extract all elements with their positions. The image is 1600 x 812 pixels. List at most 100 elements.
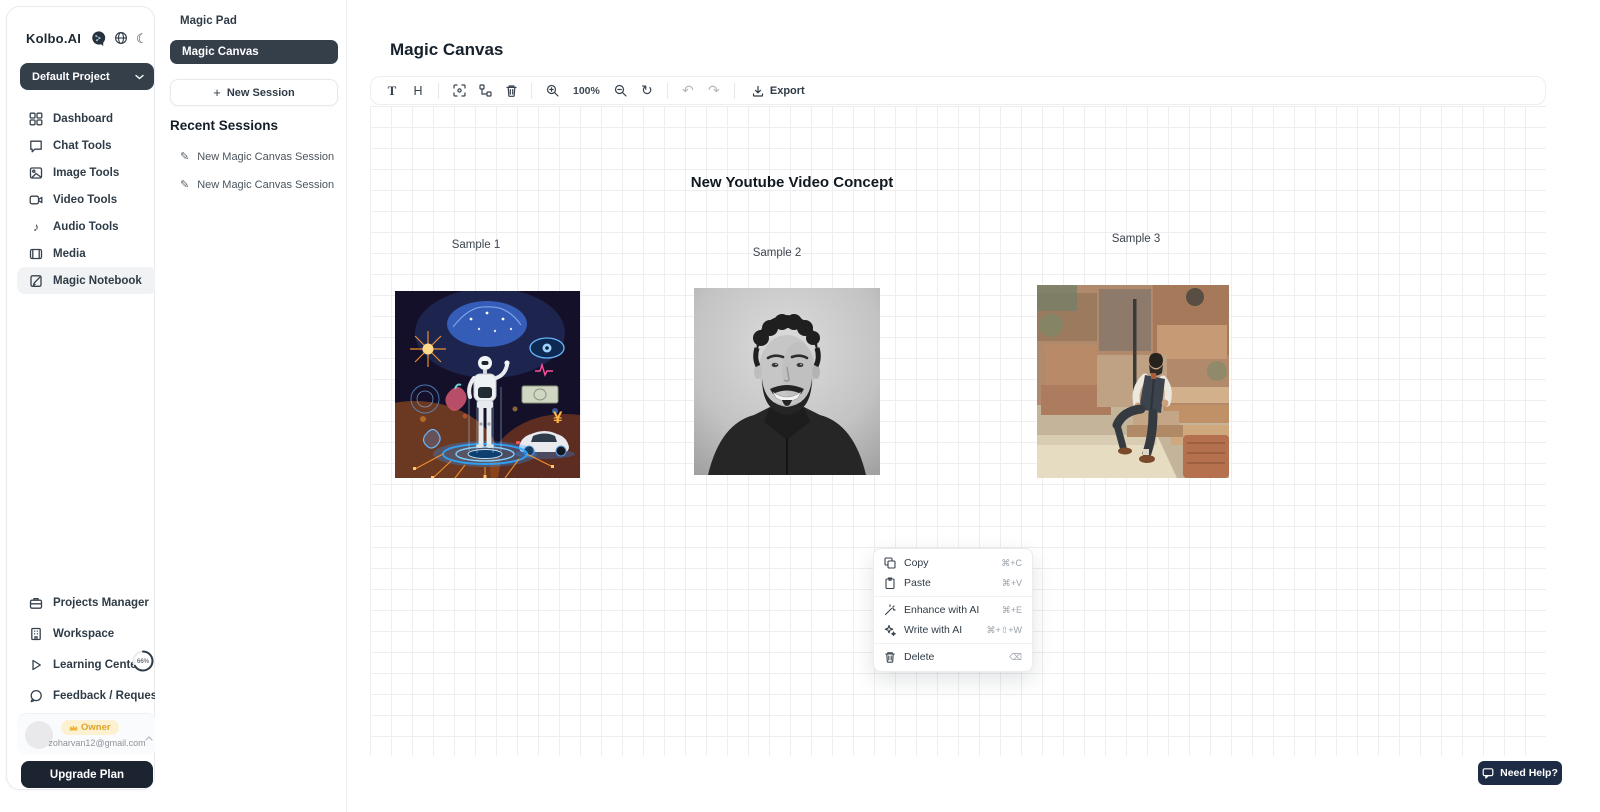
sidebar-item-magic-notebook[interactable]: Magic Notebook	[17, 267, 157, 294]
zoom-in-button[interactable]	[541, 80, 563, 102]
image-icon	[29, 166, 43, 180]
recent-session-item[interactable]: ✎ New Magic Canvas Session	[180, 178, 340, 191]
zoom-level-value: 100%	[567, 85, 606, 97]
magic-wand-icon	[884, 604, 896, 616]
sidebar-item-label: Magic Notebook	[53, 275, 142, 287]
context-menu-label: Enhance with AI	[904, 604, 994, 616]
context-menu-shortcut: ⌘+V	[1002, 578, 1022, 589]
briefcase-icon	[29, 596, 43, 610]
canvas-toolbar: T H 100% ↻ ↶ ↷	[370, 76, 1546, 105]
building-icon	[29, 627, 43, 641]
context-menu-enhance-with-ai[interactable]: Enhance with AI ⌘+E	[874, 600, 1032, 620]
context-menu-label: Copy	[904, 557, 993, 569]
language-globe-icon[interactable]	[114, 31, 128, 45]
plus-icon: +	[213, 85, 221, 100]
magic-canvas-item-selected[interactable]: Magic Canvas	[170, 40, 338, 64]
context-menu-copy[interactable]: Copy ⌘+C	[874, 553, 1032, 573]
svg-text:¥: ¥	[553, 408, 563, 427]
page-title: Magic Canvas	[390, 40, 503, 60]
svg-text:66%: 66%	[137, 659, 150, 665]
sidebar-item-dashboard[interactable]: Dashboard	[17, 105, 157, 132]
export-button[interactable]: Export	[744, 80, 813, 102]
recent-session-item[interactable]: ✎ New Magic Canvas Session	[180, 150, 340, 163]
brand-row: Kolbo.AI ☾	[26, 28, 144, 48]
text-tool-button[interactable]: T	[381, 80, 403, 102]
undo-button[interactable]: ↶	[677, 80, 699, 102]
pencil-icon: ✎	[180, 150, 189, 163]
canvas-heading-text[interactable]: New Youtube Video Concept	[691, 174, 894, 191]
sidebar-item-audio-tools[interactable]: ♪ Audio Tools	[17, 213, 157, 240]
sample-label[interactable]: Sample 3	[1112, 233, 1161, 245]
new-session-label: New Session	[227, 87, 295, 99]
sidebar-item-image-tools[interactable]: Image Tools	[17, 159, 157, 186]
dashboard-grid-icon	[29, 112, 43, 126]
learning-progress-ring: 66%	[131, 649, 155, 673]
recent-sessions-heading: Recent Sessions	[170, 118, 278, 133]
help-chat-icon	[1482, 767, 1494, 779]
trash-icon	[884, 651, 896, 663]
context-menu-shortcut: ⌘+⇧+W	[986, 625, 1022, 636]
video-camera-icon	[29, 193, 43, 207]
project-selector-label: Default Project	[32, 71, 110, 83]
sidebar-item-label: Image Tools	[53, 167, 119, 179]
sidebar: Kolbo.AI ☾ Default Project	[6, 6, 155, 790]
dark-mode-moon-icon[interactable]: ☾	[136, 32, 148, 45]
toolbar-divider	[667, 83, 668, 99]
sample-3-image[interactable]	[1037, 285, 1229, 478]
context-menu-shortcut: ⌘+C	[1001, 558, 1022, 569]
need-help-button[interactable]: Need Help?	[1478, 761, 1562, 785]
canvas-grid-area[interactable]: New Youtube Video Concept Sample 1 Sampl…	[370, 106, 1546, 756]
select-area-button[interactable]	[448, 80, 470, 102]
notebook-pen-icon	[29, 274, 43, 288]
crown-icon	[69, 724, 78, 731]
magic-pad-item[interactable]: Magic Pad	[180, 15, 237, 27]
play-icon	[29, 658, 43, 672]
context-menu-divider	[874, 596, 1032, 597]
toolbar-divider	[734, 83, 735, 99]
sample-2-image[interactable]	[694, 288, 880, 475]
upgrade-plan-button[interactable]: Upgrade Plan	[21, 761, 153, 788]
connector-tool-button[interactable]	[474, 80, 496, 102]
brand-logo-text: Kolbo.AI	[26, 31, 81, 46]
context-menu-delete[interactable]: Delete ⌫	[874, 647, 1032, 667]
heading-tool-button[interactable]: H	[407, 80, 429, 102]
context-menu-shortcut: ⌘+E	[1002, 605, 1022, 616]
export-label: Export	[770, 85, 805, 97]
paste-clipboard-icon	[884, 577, 896, 589]
zoom-out-button[interactable]	[610, 80, 632, 102]
chevron-down-icon	[135, 74, 144, 80]
sidebar-item-chat-tools[interactable]: Chat Tools	[17, 132, 157, 159]
reset-rotate-button[interactable]: ↻	[636, 80, 658, 102]
context-menu-label: Delete	[904, 651, 1001, 663]
sample-label[interactable]: Sample 2	[753, 247, 802, 259]
trash-tool-button[interactable]	[500, 80, 522, 102]
sidebar-item-learning-center[interactable]: Learning Center 66%	[17, 649, 157, 680]
toolbar-divider	[531, 83, 532, 99]
project-selector[interactable]: Default Project	[20, 63, 154, 90]
music-note-icon: ♪	[29, 221, 43, 233]
user-account-box[interactable]: Owner zoharvan12@gmail.com	[17, 713, 157, 755]
sidebar-item-workspace[interactable]: Workspace	[17, 618, 157, 649]
sidebar-item-label: Chat Tools	[53, 140, 112, 152]
sidebar-item-label: Workspace	[53, 628, 114, 640]
user-menu-chevron-icon[interactable]	[145, 736, 153, 741]
context-menu: Copy ⌘+C Paste ⌘+V Enhance with AI ⌘+	[873, 548, 1033, 672]
user-email: zoharvan12@gmail.com	[45, 738, 149, 748]
context-menu-divider	[874, 643, 1032, 644]
toolbar-divider	[438, 83, 439, 99]
context-menu-paste[interactable]: Paste ⌘+V	[874, 573, 1032, 593]
sample-1-image[interactable]: ¥	[395, 291, 580, 478]
sidebar-item-media[interactable]: Media	[17, 240, 157, 267]
sidebar-item-video-tools[interactable]: Video Tools	[17, 186, 157, 213]
sidebar-item-label: Projects Manager	[53, 597, 149, 609]
sidebar-item-projects-manager[interactable]: Projects Manager	[17, 587, 157, 618]
redo-button[interactable]: ↷	[703, 80, 725, 102]
copy-icon	[884, 557, 896, 569]
new-session-button[interactable]: + New Session	[170, 79, 338, 106]
owner-badge-label: Owner	[81, 722, 111, 733]
sample-label[interactable]: Sample 1	[452, 239, 501, 251]
context-menu-write-with-ai[interactable]: Write with AI ⌘+⇧+W	[874, 620, 1032, 640]
brain-logo-icon	[89, 30, 106, 47]
sidebar-item-label: Dashboard	[53, 113, 113, 125]
sidebar-item-feedback-request[interactable]: Feedback / Request	[17, 680, 157, 711]
